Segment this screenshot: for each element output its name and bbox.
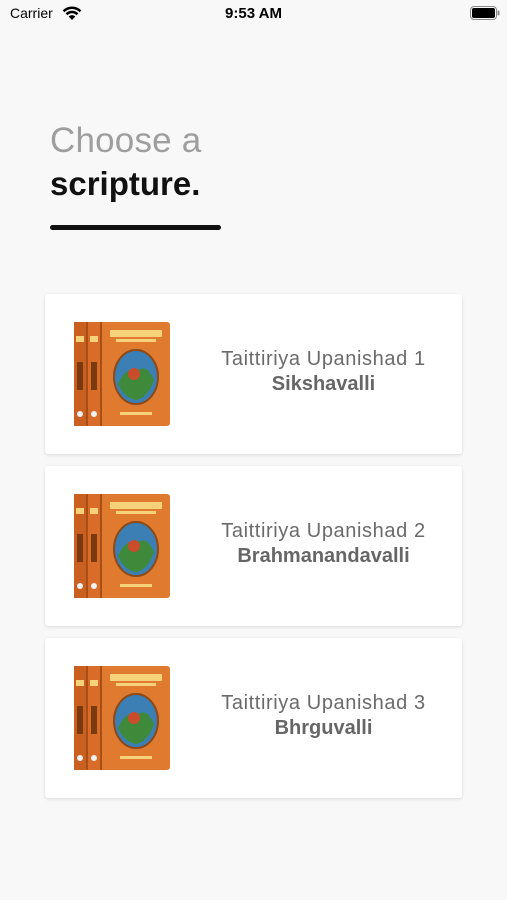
page-heading: Choose a scripture. (50, 120, 201, 206)
scripture-card[interactable]: Taittiriya Upanishad 1 Sikshavalli (45, 294, 462, 454)
scripture-card-text: Taittiriya Upanishad 3 Bhrguvalli (185, 690, 462, 740)
heading-underline (50, 225, 221, 230)
heading-line-2: scripture. (50, 165, 201, 202)
scripture-card-text: Taittiriya Upanishad 1 Sikshavalli (185, 346, 462, 396)
heading-line-1: Choose a (50, 121, 202, 160)
scripture-card[interactable]: Taittiriya Upanishad 2 Brahmanandavalli (45, 466, 462, 626)
book-cover-icon (74, 322, 170, 426)
status-bar: Carrier 9:53 AM (0, 0, 507, 28)
scripture-card[interactable]: Taittiriya Upanishad 3 Bhrguvalli (45, 638, 462, 798)
scripture-title: Taittiriya Upanishad 3 (221, 692, 426, 714)
scripture-subtitle: Bhrguvalli (274, 717, 373, 739)
book-cover-icon (74, 494, 170, 598)
scripture-subtitle: Brahmanandavalli (237, 545, 410, 567)
scripture-list: Taittiriya Upanishad 1 Sikshavalli Taitt… (45, 294, 462, 810)
scripture-subtitle: Sikshavalli (271, 373, 376, 395)
clock-time: 9:53 AM (225, 5, 282, 22)
scripture-title: Taittiriya Upanishad 1 (221, 348, 426, 370)
scripture-title: Taittiriya Upanishad 2 (221, 520, 426, 542)
book-cover-icon (74, 666, 170, 770)
battery-icon (470, 6, 500, 20)
scripture-card-text: Taittiriya Upanishad 2 Brahmanandavalli (185, 518, 462, 568)
